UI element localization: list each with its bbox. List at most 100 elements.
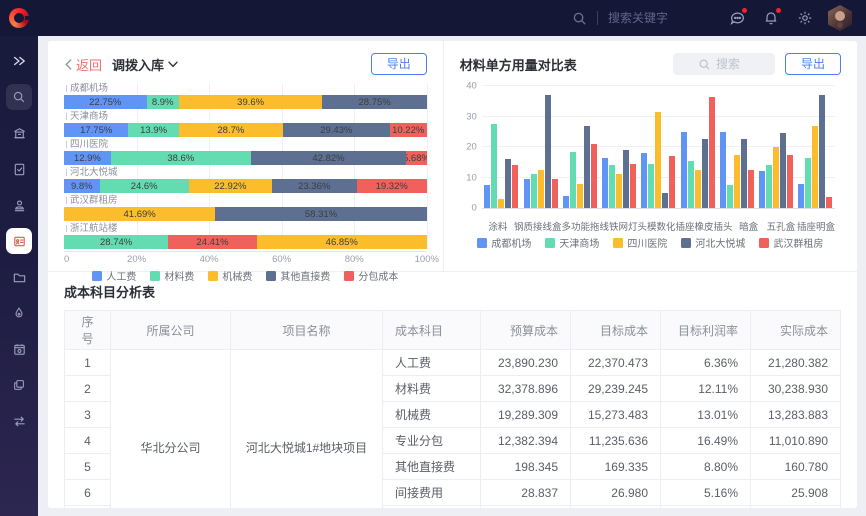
chart-search-box[interactable] — [673, 53, 775, 75]
legend-item-河北大悦城[interactable]: 河北大悦城 — [681, 235, 745, 250]
legend-item-材料费[interactable]: 材料费 — [150, 268, 194, 283]
right-export-button[interactable]: 导出 — [785, 53, 841, 75]
sidebar-item-building[interactable] — [6, 120, 32, 146]
back-link[interactable]: 返回 — [64, 55, 102, 74]
left-panel-title-dropdown[interactable]: 调拨入库 — [112, 55, 178, 74]
legend-swatch — [545, 238, 555, 248]
cell-budget: 198.345 — [481, 454, 571, 480]
cell-index: 2 — [65, 376, 111, 402]
sidebar-item-document-check[interactable] — [6, 156, 32, 182]
bar-四川医院 — [773, 147, 779, 208]
column-header-实际成本: 实际成本 — [751, 311, 841, 350]
x-tick-label: 80% — [345, 254, 364, 265]
chevron-down-icon — [168, 61, 178, 68]
notifications-badge — [776, 8, 781, 13]
legend-item-武汉群租房[interactable]: 武汉群租房 — [759, 235, 823, 250]
bar-group-五孔盒 — [757, 87, 796, 208]
x-category-label: 钢质接线盒 — [514, 213, 562, 233]
legend-item-其他直接费[interactable]: 其他直接费 — [266, 268, 330, 283]
legend-item-天津商场[interactable]: 天津商场 — [545, 235, 599, 250]
legend-swatch — [477, 238, 487, 248]
legend-item-分包成本[interactable]: 分包成本 — [344, 268, 398, 283]
bar-武汉群租房 — [826, 197, 832, 208]
bar-成都机场 — [681, 132, 687, 208]
sidebar-expand-icon[interactable] — [6, 48, 32, 74]
grouped-bar-legend: 成都机场天津商场四川医院河北大悦城武汉群租房 — [460, 235, 841, 250]
main-content: 返回 调拨入库 导出 成都机场22.75%8.9%39.6%28.75%天津商场… — [38, 36, 866, 516]
bar-武汉群租房 — [709, 97, 715, 208]
search-icon[interactable] — [569, 3, 589, 33]
sidebar-item-user-stamp[interactable] — [6, 192, 32, 218]
bar-row-浙江航站楼: 浙江航站楼28.74%24.41%46.85% — [64, 223, 427, 249]
legend-item-机械费[interactable]: 机械费 — [208, 268, 252, 283]
user-avatar[interactable] — [828, 5, 852, 31]
cell-subject: 机械费 — [383, 402, 481, 428]
settings-gear-icon[interactable] — [790, 3, 820, 33]
y-tick-label: 30 — [466, 111, 477, 122]
cell-margin: 12.11% — [661, 376, 751, 402]
bar-河北大悦城 — [584, 126, 590, 208]
global-search-input[interactable] — [608, 11, 718, 25]
column-header-目标利润率: 目标利润率 — [661, 311, 751, 350]
bar-四川医院 — [538, 170, 544, 208]
bar-segment: 22.92% — [189, 179, 272, 193]
bar-天津商场 — [531, 174, 537, 208]
cell-target: 15,273.483 — [571, 402, 661, 428]
cell-subject: 安全文明施工费 — [383, 506, 481, 509]
bar-河北大悦城 — [780, 133, 786, 208]
bar-天津商场 — [805, 158, 811, 208]
bar-row-label: 浙江航站楼 — [64, 223, 427, 234]
app-logo[interactable] — [0, 0, 38, 36]
bar-天津商场 — [766, 165, 772, 208]
sidebar-item-material-archive[interactable] — [6, 228, 32, 254]
column-header-项目名称: 项目名称 — [231, 311, 383, 350]
chart-search-input[interactable] — [716, 57, 750, 71]
cell-actual: 160.780 — [751, 454, 841, 480]
cell-target: 169.335 — [571, 454, 661, 480]
legend-swatch — [92, 271, 102, 281]
bar-segment: 29.43% — [283, 123, 390, 137]
bar-天津商场 — [609, 165, 615, 208]
bar-四川医院 — [577, 184, 583, 208]
cell-margin: 8.80% — [661, 454, 751, 480]
cell-actual: 13,283.883 — [751, 402, 841, 428]
logo-icon — [9, 8, 29, 28]
gridline — [482, 85, 835, 86]
legend-item-人工费[interactable]: 人工费 — [92, 268, 136, 283]
bar-河北大悦城 — [819, 95, 825, 208]
cell-actual: 30,238.930 — [751, 376, 841, 402]
notifications-bell-icon[interactable] — [756, 3, 786, 33]
y-tick-label: 20 — [466, 142, 477, 153]
sidebar-item-copy[interactable] — [6, 372, 32, 398]
bar-四川医院 — [498, 199, 504, 208]
bar-成都机场 — [484, 185, 490, 208]
legend-item-成都机场[interactable]: 成都机场 — [477, 235, 531, 250]
bar-group-模数化插座 — [639, 87, 678, 208]
legend-swatch — [266, 271, 276, 281]
messages-icon[interactable] — [722, 3, 752, 33]
sidebar-item-calendar-gear[interactable] — [6, 336, 32, 362]
legend-swatch — [150, 271, 160, 281]
bar-segment: 13.9% — [128, 123, 178, 137]
sidebar-item-drop[interactable] — [6, 300, 32, 326]
cell-subject: 材料费 — [383, 376, 481, 402]
sidebar-nav — [0, 36, 38, 516]
cell-actual: 91.890 — [751, 506, 841, 509]
sidebar-item-search[interactable] — [6, 84, 32, 110]
sidebar-item-transfer[interactable] — [6, 408, 32, 434]
legend-item-四川医院[interactable]: 四川医院 — [613, 235, 667, 250]
x-tick-label: 20% — [127, 254, 146, 265]
bar-河北大悦城 — [623, 150, 629, 208]
sidebar-item-folder[interactable] — [6, 264, 32, 290]
x-tick-label: 40% — [200, 254, 219, 265]
cell-actual: 25.908 — [751, 480, 841, 506]
bar-segment: 39.6% — [179, 95, 323, 109]
bar-segment: 28.74% — [64, 235, 168, 249]
table-row: 1华北分公司河北大悦城1#地块项目人工费23,890.23022,370.473… — [65, 350, 841, 376]
bar-天津商场 — [648, 164, 654, 208]
bar-segment: 22.75% — [64, 95, 147, 109]
bar-segment: 28.7% — [179, 123, 283, 137]
bar-group-橡皮插头 — [678, 87, 717, 208]
left-export-button[interactable]: 导出 — [371, 53, 427, 75]
bar-row-label: 河北大悦城 — [64, 167, 427, 178]
